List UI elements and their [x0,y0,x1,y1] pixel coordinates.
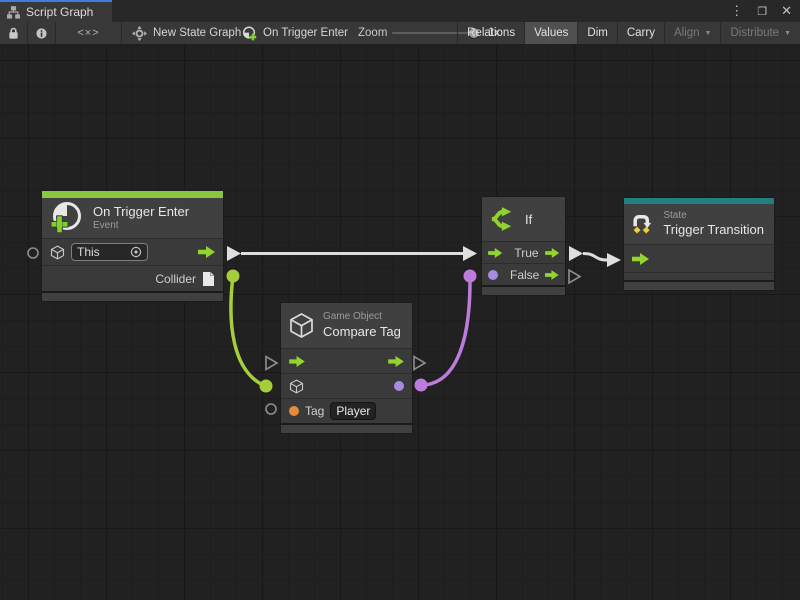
breadcrumb[interactable]: On Trigger Enter [242,22,348,44]
node-trigger-transition[interactable]: State Trigger Transition [624,198,774,290]
info-icon [36,27,47,40]
new-state-graph-button[interactable]: New State Graph [132,22,241,44]
state-transition-icon [631,210,655,238]
collider-port-label: Collider [155,272,196,286]
tag-port-label: Tag [305,404,324,418]
graph-toolbar: <×> New State Graph On Trigger Enter [0,22,800,45]
condition-in-port[interactable] [488,270,498,280]
menu-icon[interactable]: ⋮ [730,3,743,19]
chevron-down-icon: ▼ [784,30,791,37]
game-object-cube-icon [50,245,65,260]
tab-script-graph[interactable]: Script Graph [0,0,112,22]
collider-doc-icon[interactable] [202,271,215,287]
inspect-button[interactable] [28,22,56,44]
node-subtitle: Game Object [323,311,401,324]
values-toggle[interactable]: Values [524,22,577,44]
tag-value-field[interactable]: Player [330,402,376,420]
this-target-field[interactable]: This [71,243,148,261]
node-footer [42,293,223,301]
align-dropdown[interactable]: Align ▼ [664,22,721,44]
state-graph-icon [132,26,147,41]
relations-toggle[interactable]: Relations [457,22,524,44]
true-port-label: True [514,246,538,260]
game-object-cube-icon [288,312,315,339]
branch-icon [489,205,517,233]
node-title: On Trigger Enter [93,204,189,220]
node-subtitle: Event [93,220,189,233]
boolean-out-port[interactable] [394,381,404,391]
chevron-down-icon: ▼ [705,30,712,37]
flow-out-port-true[interactable] [545,248,559,258]
false-port-label: False [510,268,539,282]
flow-in-port[interactable] [632,253,649,265]
lock-icon [8,26,19,40]
tab-label: Script Graph [26,5,93,19]
node-compare-tag[interactable]: Game Object Compare Tag [281,303,412,433]
event-icon [242,26,257,41]
game-object-port-icon[interactable] [289,379,304,394]
flow-in-port[interactable] [289,356,305,367]
dim-toggle[interactable]: Dim [577,22,616,44]
script-graph-window: Script Graph ⋮ ❐ ✕ [0,0,800,600]
node-accent-bar [42,191,223,198]
preview-code-button[interactable]: <×> [56,22,122,44]
maximize-icon[interactable]: ❐ [757,5,767,18]
node-footer [482,287,565,295]
zoom-label: Zoom [358,22,387,44]
graph-hierarchy-icon [7,6,20,19]
node-title: Compare Tag [323,324,401,340]
node-if[interactable]: If True False [482,197,565,295]
flow-out-port[interactable] [388,356,404,367]
window-controls: ⋮ ❐ ✕ [730,0,792,22]
flow-out-port[interactable] [198,246,215,258]
node-on-trigger-enter[interactable]: On Trigger Enter Event This [42,191,223,301]
flow-out-port-false[interactable] [545,270,559,280]
node-title: Trigger Transition [663,222,764,238]
lock-button[interactable] [0,22,28,44]
node-footer [281,425,412,433]
tab-bar: Script Graph ⋮ ❐ ✕ [0,0,800,22]
object-picker-icon[interactable] [130,246,142,258]
string-in-port[interactable] [289,406,299,416]
close-icon[interactable]: ✕ [781,3,792,19]
node-subtitle: State [663,210,764,223]
distribute-dropdown[interactable]: Distribute ▼ [720,22,800,44]
carry-toggle[interactable]: Carry [617,22,664,44]
flow-in-port[interactable] [488,248,502,258]
node-title: If [525,212,532,227]
node-footer [624,282,774,290]
event-icon [49,200,85,236]
